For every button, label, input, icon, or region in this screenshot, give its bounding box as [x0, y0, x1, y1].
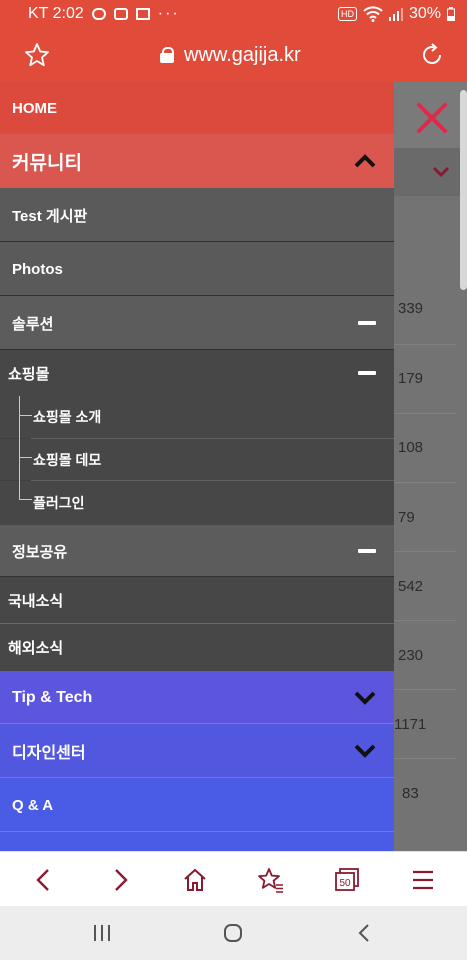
divider [394, 620, 456, 621]
browser-url-bar: www.gajija.kr [0, 28, 467, 82]
collapse-icon[interactable] [358, 321, 376, 325]
wifi-icon [363, 6, 383, 22]
view-count: 179 [398, 370, 424, 387]
menu-item-solution[interactable]: 솔루션 [0, 296, 394, 350]
divider [394, 413, 456, 414]
menu-label: 커뮤니티 [12, 152, 82, 174]
page-dropdown[interactable] [394, 148, 467, 196]
menu-label: 해외소식 [8, 640, 64, 657]
submenu-item-shop-intro[interactable]: 쇼핑몰 소개 [0, 396, 394, 438]
menu-label: 국내소식 [8, 593, 64, 610]
message-notification-icon [113, 8, 128, 20]
status-bar: KT 2:02 ··· HD 30% [0, 0, 467, 28]
tree-branch [19, 457, 32, 458]
close-icon[interactable] [416, 102, 448, 134]
chevron-down-icon[interactable] [353, 743, 377, 759]
chevron-down-icon [432, 166, 450, 178]
menu-item-info-share[interactable]: 정보공유 [0, 525, 394, 577]
view-count: 79 [398, 509, 415, 526]
view-count: 1171 [394, 716, 427, 733]
side-menu-drawer: HOME 커뮤니티 Test 게시판 Photos 솔루션 쇼핑몰 쇼핑몰 소개 [0, 82, 394, 851]
menu-label: 디자인센터 [12, 745, 86, 762]
menu-label: Q & A [12, 796, 54, 814]
submenu-label: 플러그인 [33, 495, 85, 511]
view-count: 542 [398, 578, 424, 595]
menu-item-domestic-news[interactable]: 국내소식 [0, 577, 394, 624]
home-button-icon[interactable] [222, 922, 244, 944]
menu-item-overseas-news[interactable]: 해외소식 [0, 624, 394, 671]
chevron-up-icon[interactable] [353, 153, 377, 169]
menu-item-shopping-mall[interactable]: 쇼핑몰 [0, 350, 394, 396]
menu-label: HOME [12, 99, 57, 117]
submenu-item-plugin[interactable]: 플러그인 [0, 481, 394, 525]
menu-label: Photos [12, 260, 63, 278]
tree-branch [19, 499, 32, 500]
view-count: 108 [398, 439, 424, 456]
collapse-icon[interactable] [358, 549, 376, 553]
tree-branch [19, 415, 32, 416]
menu-label: 솔루션 [12, 315, 54, 333]
talk-notification-icon [91, 8, 106, 20]
submenu-label: 쇼핑몰 데모 [33, 451, 102, 468]
menu-icon[interactable] [409, 866, 437, 894]
more-notifications-icon: ··· [157, 5, 180, 22]
browser-toolbar: 50 [0, 851, 467, 906]
menu-label: Test 게시판 [12, 207, 88, 225]
url-text: www.gajija.kr [184, 43, 301, 66]
carrier-time: KT 2:02 [28, 5, 84, 22]
menu-item-community[interactable]: 커뮤니티 [0, 134, 394, 188]
back-icon[interactable] [30, 866, 58, 894]
divider [394, 689, 456, 690]
divider [394, 482, 456, 483]
battery-percent: 30% [408, 5, 441, 22]
menu-label: 정보공유 [12, 543, 68, 561]
view-count: 339 [398, 300, 424, 317]
page-overlay[interactable] [394, 82, 467, 851]
chevron-down-icon[interactable] [353, 690, 377, 706]
menu-item-test-board[interactable]: Test 게시판 [0, 188, 394, 242]
lock-icon [160, 47, 174, 63]
shopping-bag-icon [135, 8, 150, 20]
system-nav-bar [0, 906, 467, 960]
system-back-icon[interactable] [353, 922, 375, 944]
scrollbar[interactable] [460, 90, 467, 290]
bookmark-star-icon[interactable] [24, 42, 50, 68]
menu-item-photos[interactable]: Photos [0, 242, 394, 296]
url-field[interactable]: www.gajija.kr [160, 42, 301, 68]
menu-item-partial[interactable]: 자료 [0, 832, 394, 851]
battery-icon [447, 7, 455, 21]
signal-icon [388, 8, 403, 21]
divider [394, 551, 456, 552]
menu-item-home[interactable]: HOME [0, 82, 394, 134]
divider [394, 758, 456, 759]
submenu-label: 쇼핑몰 소개 [33, 409, 102, 425]
forward-icon[interactable] [106, 866, 134, 894]
view-count: 83 [402, 785, 419, 802]
menu-item-tip-tech[interactable]: Tip & Tech [0, 671, 394, 724]
svg-text:50: 50 [339, 878, 351, 889]
submenu-item-shop-demo[interactable]: 쇼핑몰 데모 [0, 439, 394, 480]
hd-voice-icon: HD [337, 7, 357, 21]
view-count: 230 [398, 647, 424, 664]
menu-item-design-center[interactable]: 디자인센터 [0, 724, 394, 778]
tabs-icon[interactable]: 50 [333, 866, 361, 894]
reload-icon[interactable] [419, 42, 445, 68]
divider [394, 344, 456, 345]
tree-connector [19, 396, 20, 499]
home-icon[interactable] [181, 866, 209, 894]
menu-label: Tip & Tech [12, 688, 93, 706]
collapse-icon[interactable] [358, 371, 376, 375]
recent-apps-icon[interactable] [91, 922, 113, 944]
bookmarks-icon[interactable] [257, 866, 285, 894]
mobile-screen: KT 2:02 ··· HD 30% www.gajija.kr 339 179… [0, 0, 467, 960]
menu-label: 쇼핑몰 [8, 365, 50, 383]
menu-item-qa[interactable]: Q & A [0, 778, 394, 832]
